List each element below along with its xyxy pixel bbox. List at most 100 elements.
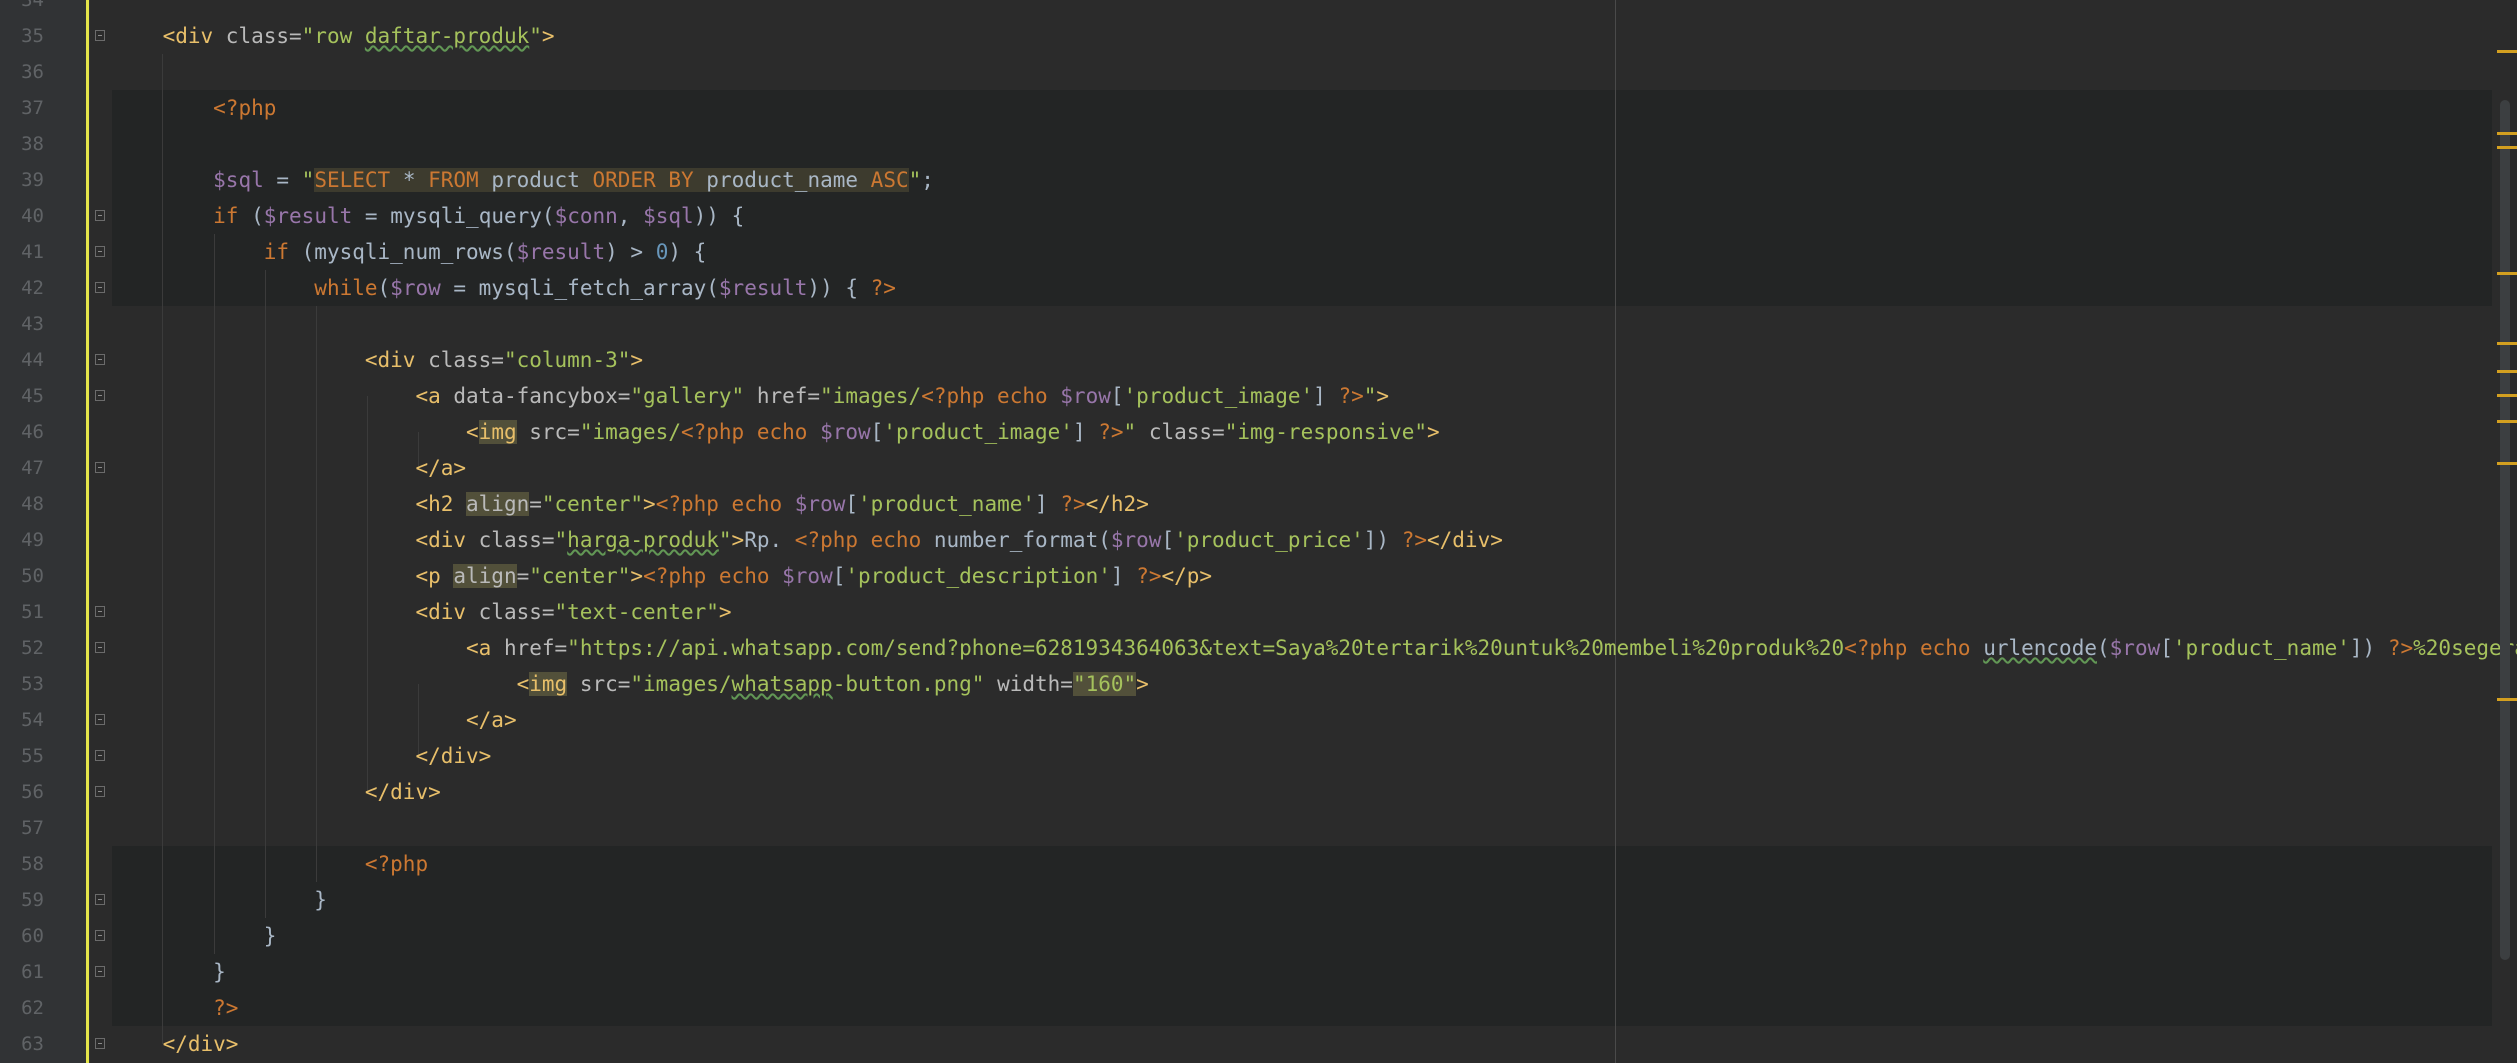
line-number: 37: [21, 97, 44, 119]
code-text[interactable]: </div>: [112, 1026, 239, 1062]
code-line[interactable]: 40 if ($result = mysqli_query($conn, $sq…: [0, 198, 2500, 234]
error-stripe-marker[interactable]: [2497, 146, 2517, 149]
code-line[interactable]: 43: [0, 306, 2500, 342]
line-number: 60: [21, 925, 44, 947]
code-editor[interactable]: 34 35 <div class="row daftar-produk"> 36 37…: [0, 0, 2517, 1063]
error-stripe-marker[interactable]: [2497, 462, 2517, 465]
line-number: 63: [21, 1033, 44, 1055]
code-line[interactable]: 35 <div class="row daftar-produk">: [0, 18, 2500, 54]
code-line[interactable]: 36: [0, 54, 2500, 90]
code-text[interactable]: <img src="images/<?php echo $row['produc…: [112, 414, 1440, 450]
fold-toggle-icon[interactable]: [95, 462, 105, 473]
line-number: 49: [21, 529, 44, 551]
code-line[interactable]: 34: [0, 0, 2500, 18]
fold-toggle-icon[interactable]: [95, 786, 105, 797]
code-line[interactable]: 45 <a data-fancybox="gallery" href="imag…: [0, 378, 2500, 414]
line-number: 54: [21, 709, 44, 731]
code-line[interactable]: 57: [0, 810, 2500, 846]
line-number: 44: [21, 349, 44, 371]
error-stripe-marker[interactable]: [2497, 394, 2517, 397]
error-stripe-marker[interactable]: [2497, 420, 2517, 423]
code-text[interactable]: <?php: [112, 90, 276, 126]
code-line[interactable]: 50 <p align="center"><?php echo $row['pr…: [0, 558, 2500, 594]
code-line[interactable]: 59 }: [0, 882, 2500, 918]
fold-toggle-icon[interactable]: [95, 642, 105, 653]
code-text[interactable]: </a>: [112, 450, 466, 486]
code-line[interactable]: 38: [0, 126, 2500, 162]
code-text[interactable]: <div class="text-center">: [112, 594, 731, 630]
error-stripe-marker[interactable]: [2497, 342, 2517, 345]
code-line[interactable]: 63 </div>: [0, 1026, 2500, 1062]
line-number: 42: [21, 277, 44, 299]
code-line[interactable]: 44 <div class="column-3">: [0, 342, 2500, 378]
line-number: 57: [21, 817, 44, 839]
code-text[interactable]: <?php: [112, 846, 428, 882]
fold-toggle-icon[interactable]: [95, 282, 105, 293]
line-number: 61: [21, 961, 44, 983]
fold-toggle-icon[interactable]: [95, 30, 105, 41]
code-line[interactable]: 37 <?php: [0, 90, 2500, 126]
error-stripe-marker[interactable]: [2497, 370, 2517, 373]
code-line[interactable]: 61 }: [0, 954, 2500, 990]
code-text[interactable]: <a data-fancybox="gallery" href="images/…: [112, 378, 1389, 414]
fold-toggle-icon[interactable]: [95, 966, 105, 977]
line-number: 58: [21, 853, 44, 875]
code-line[interactable]: 51 <div class="text-center">: [0, 594, 2500, 630]
code-line[interactable]: 39 $sql = "SELECT * FROM product ORDER B…: [0, 162, 2500, 198]
error-stripe-marker[interactable]: [2497, 698, 2517, 701]
code-line[interactable]: 41 if (mysqli_num_rows($result) > 0) {: [0, 234, 2500, 270]
code-text[interactable]: <div class="row daftar-produk">: [112, 18, 555, 54]
code-line[interactable]: 48 <h2 align="center"><?php echo $row['p…: [0, 486, 2500, 522]
code-text[interactable]: <h2 align="center"><?php echo $row['prod…: [112, 486, 1149, 522]
code-text[interactable]: }: [112, 918, 277, 954]
fold-toggle-icon[interactable]: [95, 1038, 105, 1049]
code-line[interactable]: 58 <?php: [0, 846, 2500, 882]
error-stripe-marker[interactable]: [2497, 50, 2517, 53]
code-line[interactable]: 62 ?>: [0, 990, 2500, 1026]
code-text[interactable]: </div>: [112, 774, 441, 810]
line-number: 52: [21, 637, 44, 659]
code-text[interactable]: ?>: [112, 990, 238, 1026]
code-line[interactable]: 52 <a href="https://api.whatsapp.com/sen…: [0, 630, 2517, 666]
fold-toggle-icon[interactable]: [95, 714, 105, 725]
code-text[interactable]: }: [112, 882, 327, 918]
fold-toggle-icon[interactable]: [95, 246, 105, 257]
code-text[interactable]: <img src="images/whatsapp-button.png" wi…: [112, 666, 1149, 702]
vertical-scrollbar[interactable]: [2500, 100, 2510, 960]
code-text[interactable]: </a>: [112, 702, 517, 738]
line-number: 51: [21, 601, 44, 623]
code-line[interactable]: 47 </a>: [0, 450, 2500, 486]
code-line[interactable]: 55 </div>: [0, 738, 2500, 774]
fold-toggle-icon[interactable]: [95, 750, 105, 761]
line-number: 47: [21, 457, 44, 479]
code-line[interactable]: 60 }: [0, 918, 2500, 954]
fold-toggle-icon[interactable]: [95, 390, 105, 401]
line-number: 35: [21, 25, 44, 47]
code-line[interactable]: 46 <img src="images/<?php echo $row['pro…: [0, 414, 2500, 450]
code-text[interactable]: <p align="center"><?php echo $row['produ…: [112, 558, 1212, 594]
fold-toggle-icon[interactable]: [95, 210, 105, 221]
line-number: 46: [21, 421, 44, 443]
code-text[interactable]: if (mysqli_num_rows($result) > 0) {: [112, 234, 707, 270]
code-line[interactable]: 49 <div class="harga-produk">Rp. <?php e…: [0, 522, 2500, 558]
code-text[interactable]: }: [112, 954, 226, 990]
fold-toggle-icon[interactable]: [95, 894, 105, 905]
error-stripe-marker[interactable]: [2497, 132, 2517, 135]
fold-toggle-icon[interactable]: [95, 606, 105, 617]
line-number: 62: [21, 997, 44, 1019]
code-text[interactable]: while($row = mysqli_fetch_array($result)…: [112, 270, 896, 306]
code-text[interactable]: if ($result = mysqli_query($conn, $sql))…: [112, 198, 744, 234]
code-text[interactable]: <div class="harga-produk">Rp. <?php echo…: [112, 522, 1502, 558]
code-line[interactable]: 53 <img src="images/whatsapp-button.png"…: [0, 666, 2500, 702]
code-text[interactable]: <div class="column-3">: [112, 342, 643, 378]
error-stripe-marker[interactable]: [2497, 272, 2517, 275]
code-line[interactable]: 54 </a>: [0, 702, 2500, 738]
code-line[interactable]: 42 while($row = mysqli_fetch_array($resu…: [0, 270, 2500, 306]
code-text[interactable]: $sql = "SELECT * FROM product ORDER BY p…: [112, 162, 934, 198]
line-number: 56: [21, 781, 44, 803]
code-text[interactable]: </div>: [112, 738, 491, 774]
code-line[interactable]: 56 </div>: [0, 774, 2500, 810]
fold-toggle-icon[interactable]: [95, 930, 105, 941]
code-text[interactable]: <a href="https://api.whatsapp.com/send?p…: [112, 630, 2517, 666]
fold-toggle-icon[interactable]: [95, 354, 105, 365]
